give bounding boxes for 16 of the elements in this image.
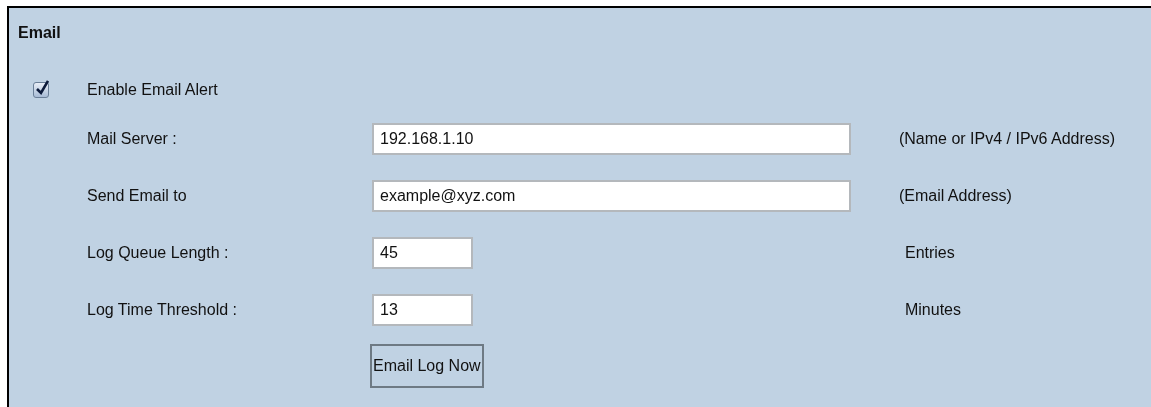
input-field[interactable]: 13: [372, 294, 473, 326]
enable-label: Enable Email Alert: [87, 81, 218, 99]
hint-text: (Name or IPv4 / IPv6 Address): [898, 130, 1116, 148]
unit-label: Entries: [904, 244, 955, 262]
input-field[interactable]: 45: [372, 237, 473, 269]
hint-text: (Email Address): [898, 187, 1012, 205]
field-label: Mail Server :: [87, 130, 177, 148]
input-field[interactable]: 192.168.1.10: [372, 123, 851, 155]
field-label: Log Queue Length :: [87, 244, 229, 262]
input-field[interactable]: example@xyz.com: [372, 180, 851, 212]
email-log-button[interactable]: Email Log Now: [370, 344, 484, 388]
section-title: Email: [18, 24, 61, 42]
field-label: Send Email to: [87, 187, 187, 205]
field-label: Log Time Threshold :: [87, 301, 237, 319]
unit-label: Minutes: [904, 301, 961, 319]
enable-checkbox[interactable]: [33, 82, 49, 98]
